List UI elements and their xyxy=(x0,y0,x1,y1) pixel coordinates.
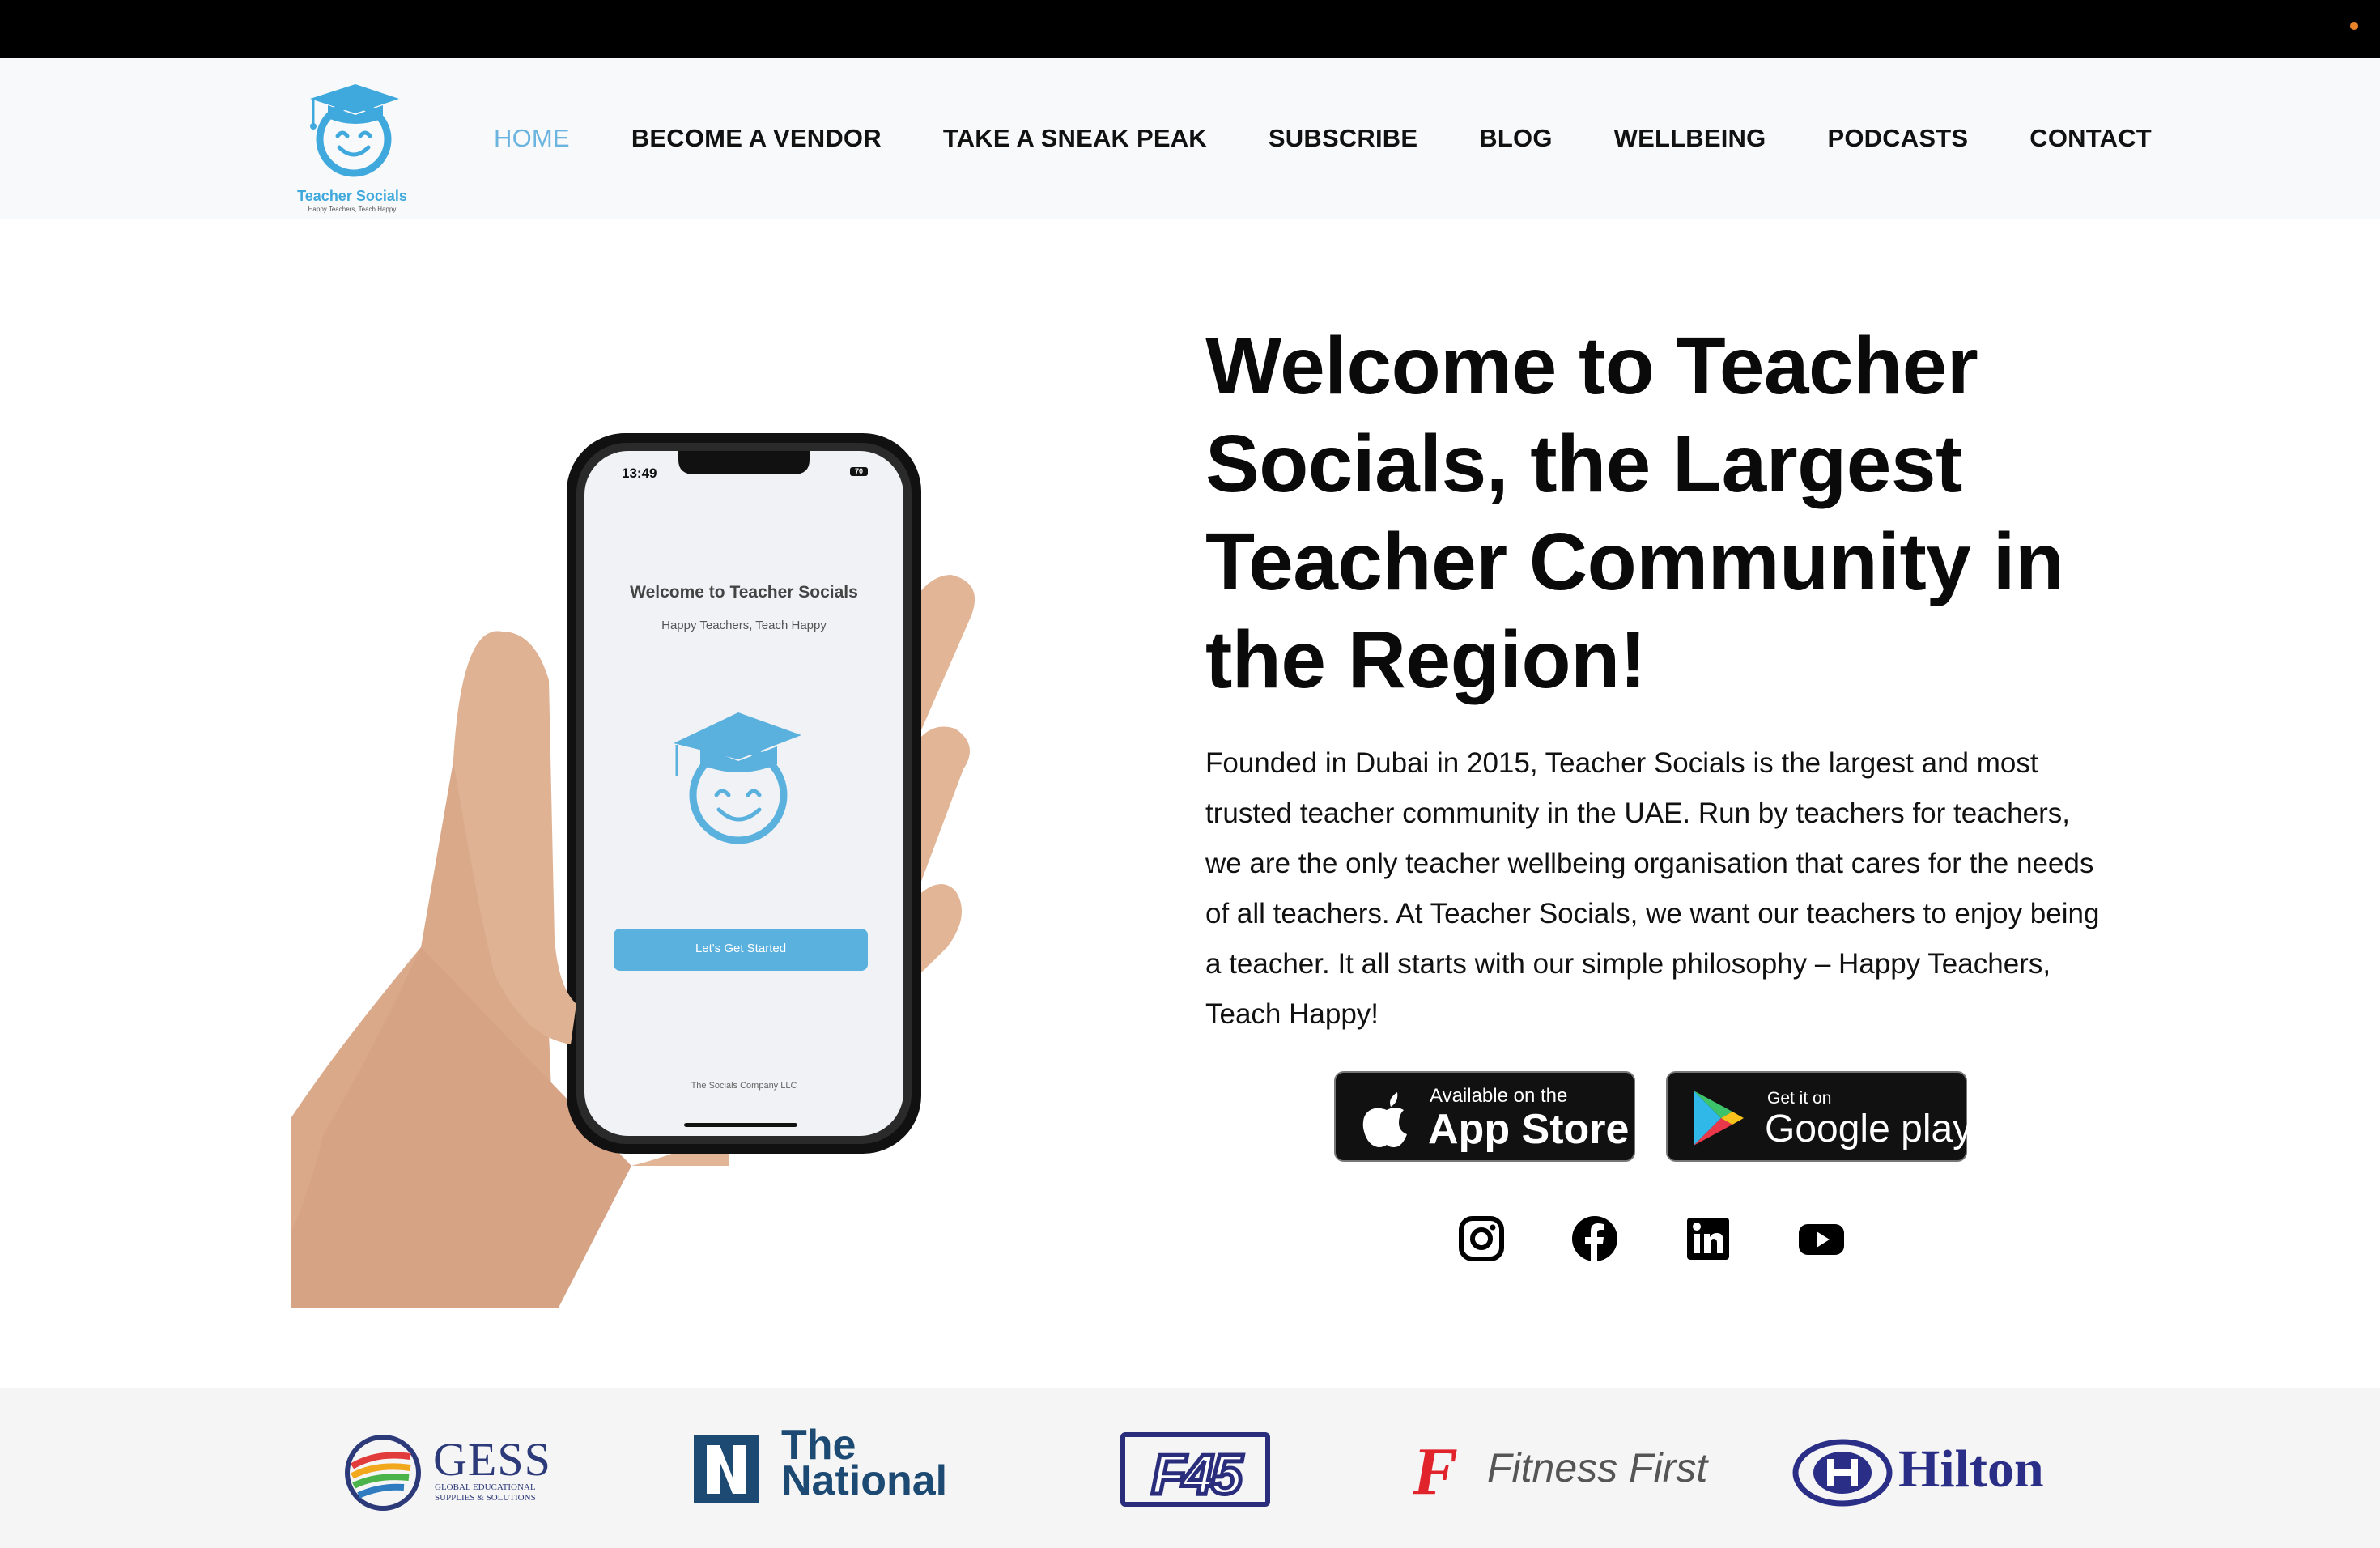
phone-welcome-text: Welcome to Teacher Socials xyxy=(630,583,858,602)
gess-name: GESS xyxy=(433,1433,551,1486)
facebook-icon[interactable] xyxy=(1570,1214,1619,1263)
hero-intro-text: Founded in Dubai in 2015, Teacher Social… xyxy=(1205,747,2100,1030)
google-play-big-label: Google play xyxy=(1765,1108,1973,1150)
nav-blog[interactable]: BLOG xyxy=(1479,124,1552,153)
hilton-logo: Hilton xyxy=(1791,1432,2075,1513)
nav-wellbeing[interactable]: WELLBEING xyxy=(1614,124,1766,153)
app-store-small-label: Available on the xyxy=(1430,1085,1568,1107)
google-play-badge[interactable]: Get it on Google play xyxy=(1666,1071,1972,1162)
site-logo[interactable]: Teacher Socials Happy Teachers, Teach Ha… xyxy=(291,74,413,213)
gess-emblem-icon xyxy=(345,1435,421,1511)
notification-dot xyxy=(2350,22,2358,30)
hilton-name: Hilton xyxy=(1898,1440,2044,1499)
phone-footer-text: The Socials Company LLC xyxy=(691,1081,797,1091)
phone-cta-button: Let's Get Started xyxy=(695,942,787,955)
instagram-icon[interactable] xyxy=(1457,1214,1506,1263)
phone-battery-level: 70 xyxy=(854,467,863,475)
fitness-first-name: Fitness First xyxy=(1487,1445,1708,1491)
hero-headline: Welcome to Teacher Socials, the Largest … xyxy=(1205,321,2064,705)
apple-icon xyxy=(1362,1092,1407,1147)
logo-brand-text: Teacher Socials xyxy=(297,188,407,204)
linkedin-icon[interactable] xyxy=(1684,1214,1732,1263)
youtube-icon[interactable] xyxy=(1797,1214,1846,1263)
social-links xyxy=(1457,1214,1846,1271)
hilton-emblem-icon xyxy=(1792,1439,1893,1507)
partner-logos: GESS GLOBAL EDUCATIONAL SUPPLIES & SOLUT… xyxy=(0,1388,2380,1548)
logo-smiley-icon xyxy=(310,84,399,177)
nav-podcasts[interactable]: PODCASTS xyxy=(1827,124,1968,153)
f45-name: F45 xyxy=(1150,1441,1245,1508)
top-bar xyxy=(0,0,2380,58)
nav-take-a-sneak-peak[interactable]: TAKE A SNEAK PEAK xyxy=(943,124,1207,153)
the-national-logo: The National xyxy=(692,1424,951,1513)
phone-status-time: 13:49 xyxy=(622,466,657,481)
nav-home[interactable]: HOME xyxy=(494,124,570,153)
gess-logo: GESS GLOBAL EDUCATIONAL SUPPLIES & SOLUT… xyxy=(344,1432,555,1513)
fitness-first-logo: F Fitness First xyxy=(1413,1434,1708,1509)
f45-logo: F45 xyxy=(1120,1432,1270,1513)
app-store-badge[interactable]: Available on the App Store xyxy=(1334,1071,1635,1162)
google-play-icon xyxy=(1694,1091,1744,1146)
phone-tagline-text: Happy Teachers, Teach Happy xyxy=(661,619,827,632)
logo-tagline: Happy Teachers, Teach Happy xyxy=(308,206,397,213)
the-national-name: The National xyxy=(781,1422,948,1504)
hero-phone-image: 13:49 70 Welcome to Teacher Socials Happ… xyxy=(291,421,988,1308)
nav-become-a-vendor[interactable]: BECOME A VENDOR xyxy=(631,124,882,153)
nav-subscribe[interactable]: SUBSCRIBE xyxy=(1269,124,1417,153)
gess-subtitle: GLOBAL EDUCATIONAL SUPPLIES & SOLUTIONS xyxy=(435,1482,536,1503)
google-play-small-label: Get it on xyxy=(1767,1089,1832,1108)
nav-contact[interactable]: CONTACT xyxy=(2029,124,2152,153)
site-header: Teacher Socials Happy Teachers, Teach Ha… xyxy=(0,58,2380,219)
main-nav: HOME BECOME A VENDOR TAKE A SNEAK PEAK S… xyxy=(494,58,2152,219)
app-store-big-label: App Store xyxy=(1428,1106,1630,1153)
the-national-emblem-icon xyxy=(694,1435,759,1503)
